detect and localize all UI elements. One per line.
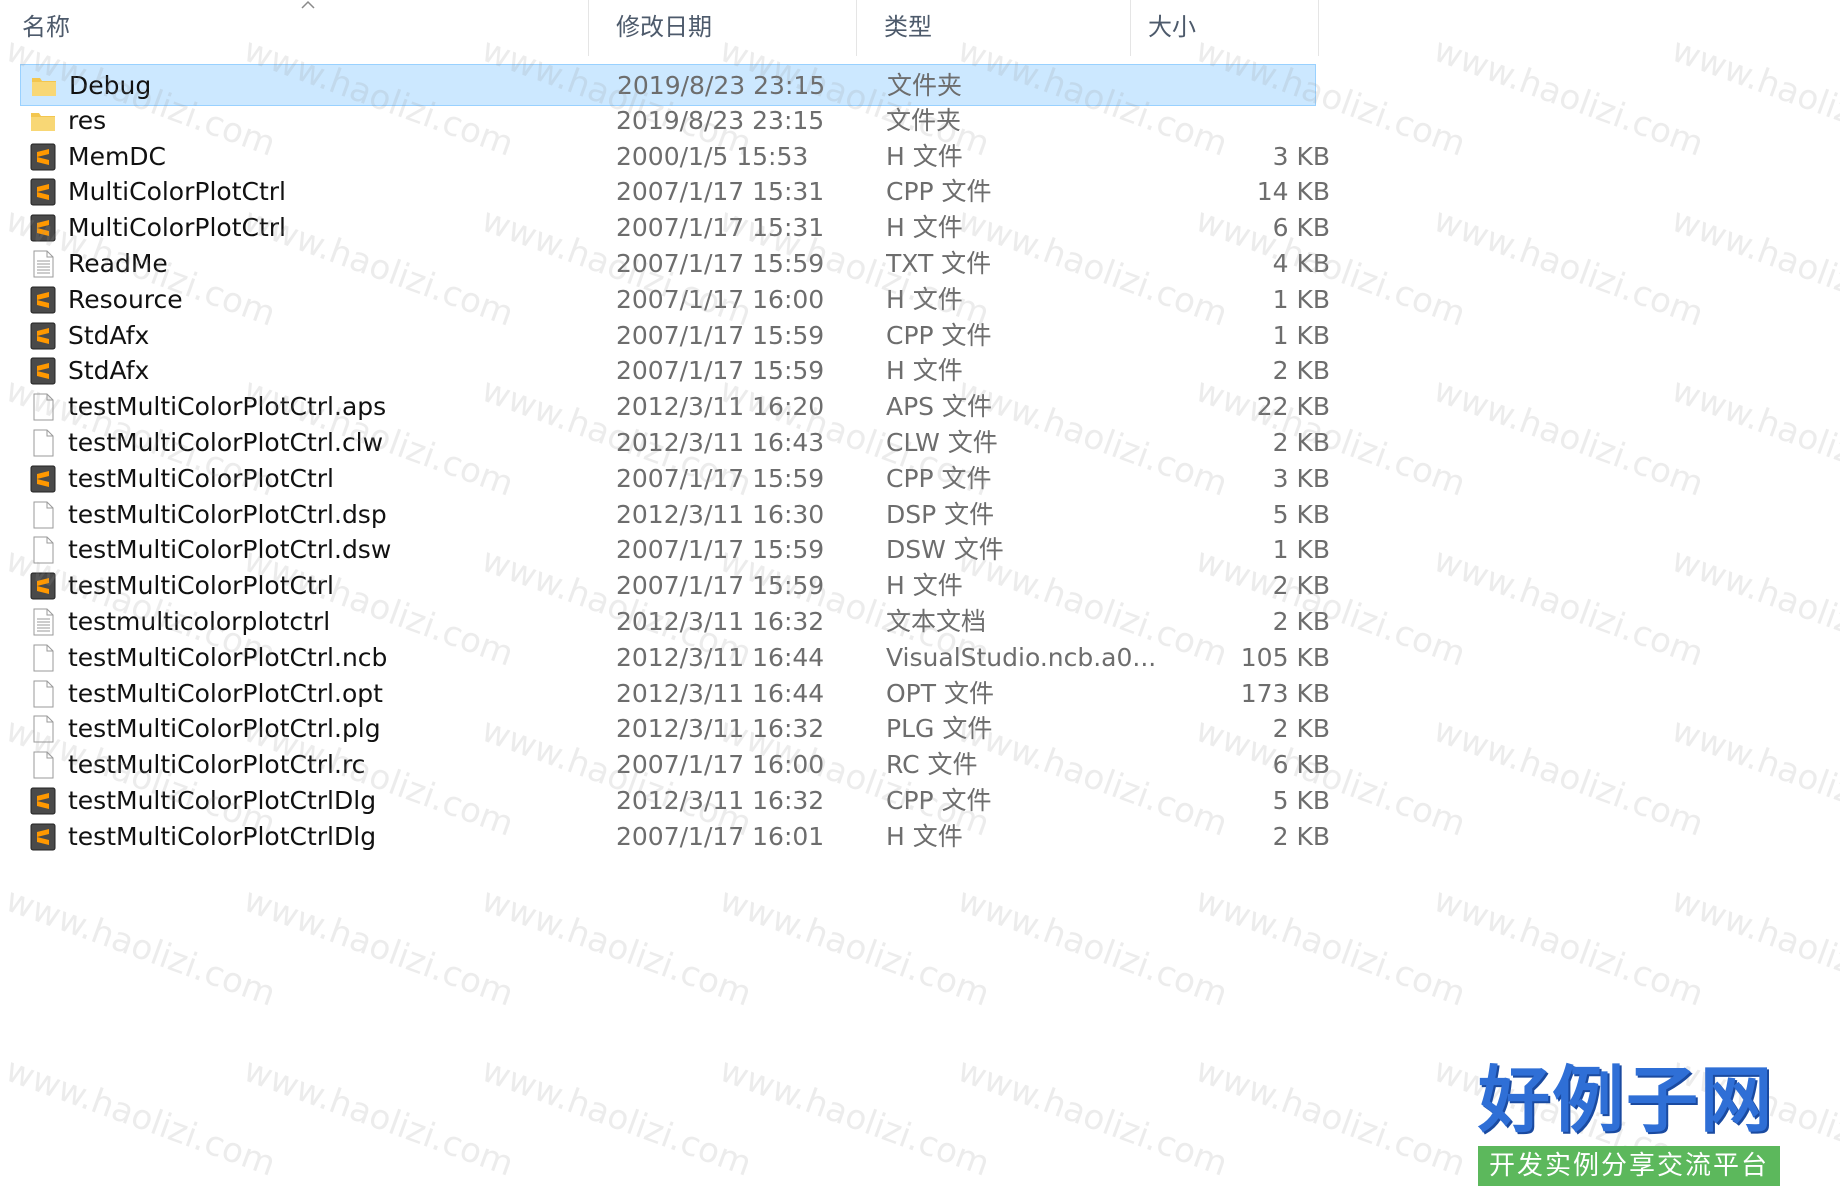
folder-icon: [29, 71, 59, 101]
column-header-type[interactable]: 类型: [884, 0, 1124, 54]
watermark-text: www.haolizi.com: [0, 880, 281, 1015]
blank-file-icon: [28, 392, 58, 422]
sublime-file-icon: [28, 356, 58, 386]
watermark-text: www.haolizi.com: [714, 880, 995, 1015]
file-type: H 文件: [886, 821, 963, 851]
watermark-text: www.haolizi.com: [952, 1050, 1233, 1185]
watermark-text: www.haolizi.com: [1428, 30, 1709, 165]
blank-file-icon: [28, 535, 58, 565]
blank-file-icon: [28, 750, 58, 780]
text-file-icon: [28, 607, 58, 637]
watermark-text: www.haolizi.com: [238, 880, 519, 1015]
blank-file-icon: [28, 679, 58, 709]
file-row[interactable]: testMultiColorPlotCtrlDlg 2007/1/17 16:01…: [20, 816, 1330, 858]
watermark-text: www.haolizi.com: [1666, 200, 1840, 335]
file-date: 2007/1/17 16:01: [616, 821, 825, 851]
file-explorer: 名称 修改日期 类型 大小 Debug 2019/8/23 23:15 文件夹 res…: [0, 0, 1840, 1190]
file-size: 2 KB: [1272, 821, 1330, 851]
watermark-text: www.haolizi.com: [1666, 30, 1840, 165]
column-header: 名称 修改日期 类型 大小: [0, 0, 1330, 58]
watermark-text: www.haolizi.com: [1190, 880, 1471, 1015]
sublime-file-icon: [28, 321, 58, 351]
sublime-file-icon: [28, 142, 58, 172]
column-header-name[interactable]: 名称: [22, 0, 582, 54]
logo-title: 好例子网: [1478, 1057, 1775, 1142]
logo-subtitle: 开发实例分享交流平台: [1478, 1146, 1780, 1186]
watermark-text: www.haolizi.com: [1428, 540, 1709, 675]
column-divider[interactable]: [856, 0, 857, 56]
watermark-text: www.haolizi.com: [1666, 370, 1840, 505]
watermark-text: www.haolizi.com: [476, 880, 757, 1015]
column-header-date[interactable]: 修改日期: [616, 0, 846, 54]
watermark-text: www.haolizi.com: [1666, 540, 1840, 675]
watermark-text: www.haolizi.com: [1666, 710, 1840, 845]
watermark-text: www.haolizi.com: [1428, 880, 1709, 1015]
sublime-file-icon: [28, 213, 58, 243]
watermark-text: www.haolizi.com: [1190, 1050, 1471, 1185]
column-header-size[interactable]: 大小: [1148, 0, 1318, 54]
text-file-icon: [28, 249, 58, 279]
blank-file-icon: [28, 500, 58, 530]
watermark-text: www.haolizi.com: [0, 1050, 281, 1185]
column-divider[interactable]: [1318, 0, 1319, 56]
watermark-text: www.haolizi.com: [1666, 880, 1840, 1015]
watermark-text: www.haolizi.com: [714, 1050, 995, 1185]
watermark-text: www.haolizi.com: [1428, 200, 1709, 335]
sublime-file-icon: [28, 786, 58, 816]
watermark-text: www.haolizi.com: [1428, 710, 1709, 845]
site-logo: 好例子网 开发实例分享交流平台: [1478, 1060, 1780, 1186]
folder-icon: [28, 106, 58, 136]
watermark-text: www.haolizi.com: [952, 880, 1233, 1015]
sublime-file-icon: [28, 177, 58, 207]
column-divider[interactable]: [1130, 0, 1131, 56]
file-name: testMultiColorPlotCtrlDlg: [68, 821, 377, 851]
watermark-text: www.haolizi.com: [238, 1050, 519, 1185]
watermark-text: www.haolizi.com: [1428, 370, 1709, 505]
sublime-file-icon: [28, 571, 58, 601]
watermark-text: www.haolizi.com: [476, 1050, 757, 1185]
sublime-file-icon: [28, 285, 58, 315]
column-divider[interactable]: [588, 0, 589, 56]
sublime-file-icon: [28, 464, 58, 494]
blank-file-icon: [28, 643, 58, 673]
sublime-file-icon: [28, 822, 58, 852]
blank-file-icon: [28, 428, 58, 458]
blank-file-icon: [28, 714, 58, 744]
